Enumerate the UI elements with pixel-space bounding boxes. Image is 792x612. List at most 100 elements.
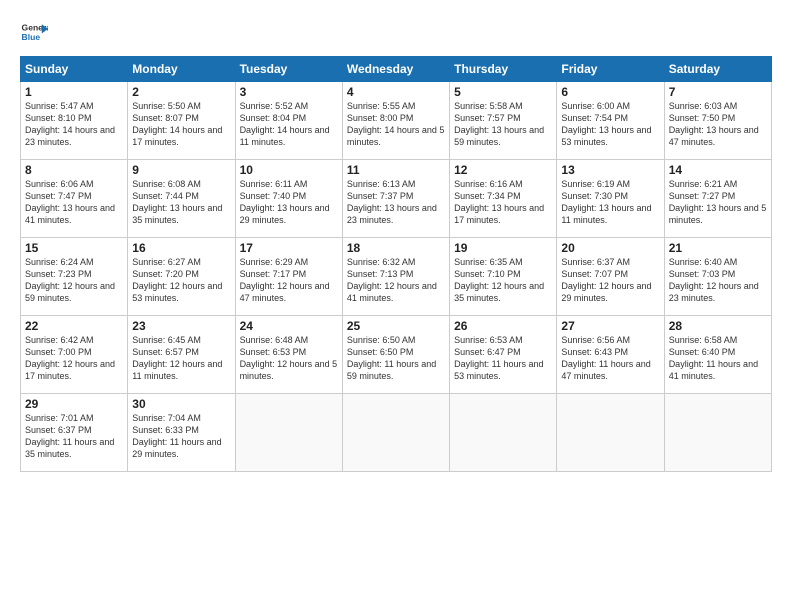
day-number: 11 [347,163,445,177]
day-info: Sunrise: 6:13 AMSunset: 7:37 PMDaylight:… [347,178,445,227]
calendar-cell: 15Sunrise: 6:24 AMSunset: 7:23 PMDayligh… [21,238,128,316]
day-info: Sunrise: 5:55 AMSunset: 8:00 PMDaylight:… [347,100,445,149]
day-info: Sunrise: 6:00 AMSunset: 7:54 PMDaylight:… [561,100,659,149]
day-info: Sunrise: 6:16 AMSunset: 7:34 PMDaylight:… [454,178,552,227]
calendar-cell [342,394,449,472]
day-info: Sunrise: 5:50 AMSunset: 8:07 PMDaylight:… [132,100,230,149]
calendar-cell: 28Sunrise: 6:58 AMSunset: 6:40 PMDayligh… [664,316,771,394]
day-number: 7 [669,85,767,99]
calendar-cell: 7Sunrise: 6:03 AMSunset: 7:50 PMDaylight… [664,82,771,160]
calendar-week-row: 29Sunrise: 7:01 AMSunset: 6:37 PMDayligh… [21,394,772,472]
day-info: Sunrise: 6:35 AMSunset: 7:10 PMDaylight:… [454,256,552,305]
day-info: Sunrise: 6:32 AMSunset: 7:13 PMDaylight:… [347,256,445,305]
day-info: Sunrise: 7:04 AMSunset: 6:33 PMDaylight:… [132,412,230,461]
calendar-cell [450,394,557,472]
day-number: 21 [669,241,767,255]
day-number: 10 [240,163,338,177]
weekday-header-wednesday: Wednesday [342,57,449,82]
calendar-cell [557,394,664,472]
calendar-cell: 29Sunrise: 7:01 AMSunset: 6:37 PMDayligh… [21,394,128,472]
calendar-cell: 9Sunrise: 6:08 AMSunset: 7:44 PMDaylight… [128,160,235,238]
calendar-cell: 30Sunrise: 7:04 AMSunset: 6:33 PMDayligh… [128,394,235,472]
day-number: 22 [25,319,123,333]
day-number: 8 [25,163,123,177]
weekday-header-saturday: Saturday [664,57,771,82]
day-number: 3 [240,85,338,99]
day-number: 2 [132,85,230,99]
day-info: Sunrise: 6:27 AMSunset: 7:20 PMDaylight:… [132,256,230,305]
weekday-header-thursday: Thursday [450,57,557,82]
day-info: Sunrise: 6:37 AMSunset: 7:07 PMDaylight:… [561,256,659,305]
day-number: 29 [25,397,123,411]
calendar-cell: 25Sunrise: 6:50 AMSunset: 6:50 PMDayligh… [342,316,449,394]
calendar-cell: 22Sunrise: 6:42 AMSunset: 7:00 PMDayligh… [21,316,128,394]
calendar-cell: 18Sunrise: 6:32 AMSunset: 7:13 PMDayligh… [342,238,449,316]
calendar-week-row: 1Sunrise: 5:47 AMSunset: 8:10 PMDaylight… [21,82,772,160]
day-info: Sunrise: 5:58 AMSunset: 7:57 PMDaylight:… [454,100,552,149]
day-number: 1 [25,85,123,99]
day-info: Sunrise: 5:47 AMSunset: 8:10 PMDaylight:… [25,100,123,149]
day-number: 12 [454,163,552,177]
weekday-header-friday: Friday [557,57,664,82]
day-info: Sunrise: 6:29 AMSunset: 7:17 PMDaylight:… [240,256,338,305]
calendar-cell [664,394,771,472]
calendar-cell: 4Sunrise: 5:55 AMSunset: 8:00 PMDaylight… [342,82,449,160]
calendar-week-row: 15Sunrise: 6:24 AMSunset: 7:23 PMDayligh… [21,238,772,316]
day-info: Sunrise: 6:42 AMSunset: 7:00 PMDaylight:… [25,334,123,383]
day-info: Sunrise: 5:52 AMSunset: 8:04 PMDaylight:… [240,100,338,149]
day-info: Sunrise: 6:03 AMSunset: 7:50 PMDaylight:… [669,100,767,149]
calendar-table: SundayMondayTuesdayWednesdayThursdayFrid… [20,56,772,472]
day-info: Sunrise: 6:21 AMSunset: 7:27 PMDaylight:… [669,178,767,227]
weekday-header-sunday: Sunday [21,57,128,82]
day-number: 4 [347,85,445,99]
header: General Blue [20,18,772,46]
day-info: Sunrise: 6:24 AMSunset: 7:23 PMDaylight:… [25,256,123,305]
day-info: Sunrise: 6:40 AMSunset: 7:03 PMDaylight:… [669,256,767,305]
calendar-cell: 3Sunrise: 5:52 AMSunset: 8:04 PMDaylight… [235,82,342,160]
day-info: Sunrise: 6:08 AMSunset: 7:44 PMDaylight:… [132,178,230,227]
day-number: 13 [561,163,659,177]
calendar-cell: 19Sunrise: 6:35 AMSunset: 7:10 PMDayligh… [450,238,557,316]
calendar-cell [235,394,342,472]
day-number: 20 [561,241,659,255]
day-info: Sunrise: 6:50 AMSunset: 6:50 PMDaylight:… [347,334,445,383]
calendar-cell: 10Sunrise: 6:11 AMSunset: 7:40 PMDayligh… [235,160,342,238]
calendar-cell: 5Sunrise: 5:58 AMSunset: 7:57 PMDaylight… [450,82,557,160]
calendar-cell: 1Sunrise: 5:47 AMSunset: 8:10 PMDaylight… [21,82,128,160]
day-info: Sunrise: 6:58 AMSunset: 6:40 PMDaylight:… [669,334,767,383]
svg-text:Blue: Blue [22,32,41,42]
calendar-week-row: 22Sunrise: 6:42 AMSunset: 7:00 PMDayligh… [21,316,772,394]
day-number: 15 [25,241,123,255]
day-number: 30 [132,397,230,411]
calendar-cell: 17Sunrise: 6:29 AMSunset: 7:17 PMDayligh… [235,238,342,316]
day-number: 18 [347,241,445,255]
calendar-cell: 27Sunrise: 6:56 AMSunset: 6:43 PMDayligh… [557,316,664,394]
weekday-header-monday: Monday [128,57,235,82]
day-number: 24 [240,319,338,333]
day-number: 17 [240,241,338,255]
day-number: 23 [132,319,230,333]
calendar-cell: 20Sunrise: 6:37 AMSunset: 7:07 PMDayligh… [557,238,664,316]
calendar-cell: 6Sunrise: 6:00 AMSunset: 7:54 PMDaylight… [557,82,664,160]
day-info: Sunrise: 6:06 AMSunset: 7:47 PMDaylight:… [25,178,123,227]
day-number: 28 [669,319,767,333]
calendar-cell: 12Sunrise: 6:16 AMSunset: 7:34 PMDayligh… [450,160,557,238]
calendar-cell: 2Sunrise: 5:50 AMSunset: 8:07 PMDaylight… [128,82,235,160]
calendar-cell: 24Sunrise: 6:48 AMSunset: 6:53 PMDayligh… [235,316,342,394]
page: General Blue SundayMondayTuesdayWednesda… [0,0,792,484]
logo: General Blue [20,18,48,46]
calendar-cell: 23Sunrise: 6:45 AMSunset: 6:57 PMDayligh… [128,316,235,394]
calendar-cell: 16Sunrise: 6:27 AMSunset: 7:20 PMDayligh… [128,238,235,316]
day-number: 19 [454,241,552,255]
day-number: 27 [561,319,659,333]
calendar-cell: 11Sunrise: 6:13 AMSunset: 7:37 PMDayligh… [342,160,449,238]
day-info: Sunrise: 6:19 AMSunset: 7:30 PMDaylight:… [561,178,659,227]
day-number: 5 [454,85,552,99]
day-info: Sunrise: 6:45 AMSunset: 6:57 PMDaylight:… [132,334,230,383]
day-number: 6 [561,85,659,99]
day-number: 9 [132,163,230,177]
calendar-cell: 8Sunrise: 6:06 AMSunset: 7:47 PMDaylight… [21,160,128,238]
calendar-cell: 14Sunrise: 6:21 AMSunset: 7:27 PMDayligh… [664,160,771,238]
logo-icon: General Blue [20,18,48,46]
day-number: 26 [454,319,552,333]
